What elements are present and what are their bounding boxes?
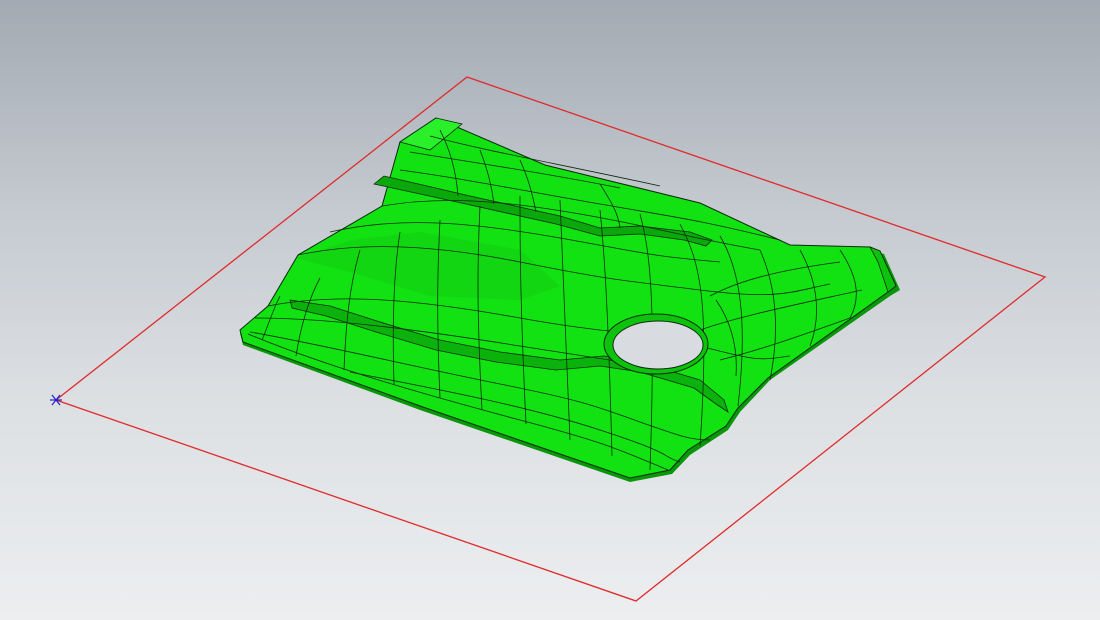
door-panel-part[interactable]	[239, 117, 900, 482]
3d-scene[interactable]	[0, 0, 1100, 620]
part-surface	[239, 117, 897, 479]
speaker-hole[interactable]	[612, 320, 704, 370]
cad-viewport[interactable]	[0, 0, 1100, 620]
